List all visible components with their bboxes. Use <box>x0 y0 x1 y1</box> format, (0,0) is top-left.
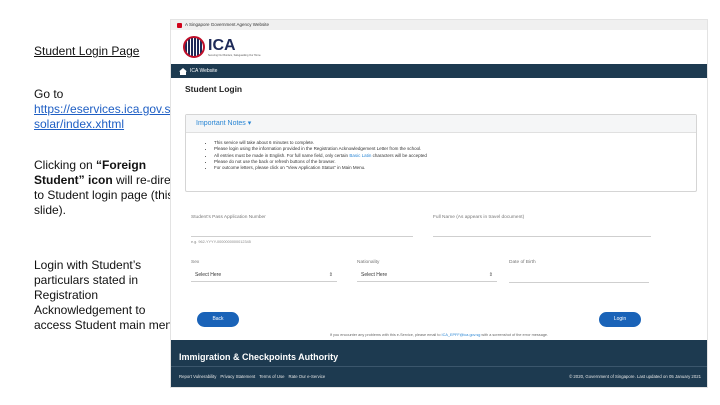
note-text: All entries must be made in English. For… <box>214 152 349 158</box>
help-message: If you encounter any problems with this … <box>171 333 707 337</box>
footer-link-rate-eservice[interactable]: Rate Our e-Service <box>289 374 326 379</box>
sex-select[interactable]: Select Here ⇕ <box>191 268 337 282</box>
full-name-input[interactable] <box>433 236 651 237</box>
footer-title: Immigration & Checkpoints Authority <box>179 352 339 362</box>
footer-links: Report Vulnerability Privacy Statement T… <box>179 374 325 379</box>
logo-wordmark: ICA <box>208 36 236 54</box>
home-icon[interactable] <box>179 67 187 75</box>
goto-prefix: Go to <box>34 87 64 101</box>
eservices-link[interactable]: https://eservices.ica.gov.sg/solar/index… <box>34 102 181 131</box>
nationality-selected-value: Select Here <box>361 272 388 278</box>
notes-heading: Important Notes <box>196 120 246 127</box>
login-button[interactable]: Login <box>599 312 641 327</box>
slide-title: Student Login Page <box>34 44 140 58</box>
logo-tagline: Securing Our Borders, Safeguarding Our H… <box>208 53 261 57</box>
ica-crest-icon <box>183 36 205 58</box>
slide-goto-paragraph: Go to https://eservices.ica.gov.sg/solar… <box>34 87 184 132</box>
select-arrow-icon: ⇕ <box>328 272 333 278</box>
select-arrow-icon: ⇕ <box>488 272 493 278</box>
important-notes-panel: Important Notes ▾ This service will take… <box>185 114 697 192</box>
help-prefix: If you encounter any problems with this … <box>329 333 441 337</box>
footer-link-terms-of-use[interactable]: Terms of Use <box>259 374 284 379</box>
pass-number-hint: e.g. 962-YYYY-0000000000012345 <box>191 240 251 244</box>
nationality-label: Nationality <box>357 260 380 265</box>
pass-number-input[interactable] <box>191 236 413 237</box>
dob-input[interactable] <box>509 282 649 283</box>
ica-logo[interactable]: ICA Securing Our Borders, Safeguarding O… <box>171 30 707 64</box>
footer-divider <box>171 366 707 367</box>
footer-link-report-vulnerability[interactable]: Report Vulnerability <box>179 374 216 379</box>
important-notes-toggle[interactable]: Important Notes ▾ <box>186 115 696 133</box>
back-button[interactable]: Back <box>197 312 239 327</box>
footer-link-privacy-statement[interactable]: Privacy Statement <box>220 374 255 379</box>
support-email-link[interactable]: ICA_EPFF@ica.gov.sg <box>442 333 481 337</box>
p2-start: Clicking on <box>34 158 93 172</box>
note-text: characters will be accepted <box>372 152 427 158</box>
footer-copyright: © 2020, Government of Singapore. Last up… <box>569 374 701 379</box>
help-suffix: with a screenshot of the error message. <box>481 333 549 337</box>
ica-login-screenshot: A Singapore Government Agency Website IC… <box>170 19 708 388</box>
list-item: For outcome letters, please click on "Vi… <box>214 165 696 171</box>
basic-latin-link[interactable]: Basic Latin <box>349 153 371 158</box>
dob-label: Date of Birth <box>509 260 536 265</box>
chevron-down-icon: ▾ <box>247 120 252 127</box>
site-footer: Immigration & Checkpoints Authority Repo… <box>171 340 707 387</box>
full-name-label: Full Name (As appears in travel document… <box>433 215 525 220</box>
slide-click-paragraph: Clicking on “Foreign Student” icon will … <box>34 158 184 218</box>
page-title: Student Login <box>185 84 243 94</box>
gov-banner-text: A Singapore Government Agency Website <box>185 22 269 27</box>
nationality-select[interactable]: Select Here ⇕ <box>357 268 497 282</box>
ica-website-link[interactable]: ICA Website <box>190 68 217 74</box>
lion-head-icon <box>177 22 182 28</box>
gov-banner: A Singapore Government Agency Website <box>171 20 707 30</box>
slide-login-paragraph: Login with Student’s particulars stated … <box>34 258 183 332</box>
notes-list: This service will take about 6 minutes t… <box>214 140 696 171</box>
pass-number-label: Student's Pass Application Number <box>191 215 266 220</box>
sex-selected-value: Select Here <box>195 272 222 278</box>
top-navbar: ICA Website <box>171 64 707 78</box>
sex-label: Sex <box>191 260 200 265</box>
